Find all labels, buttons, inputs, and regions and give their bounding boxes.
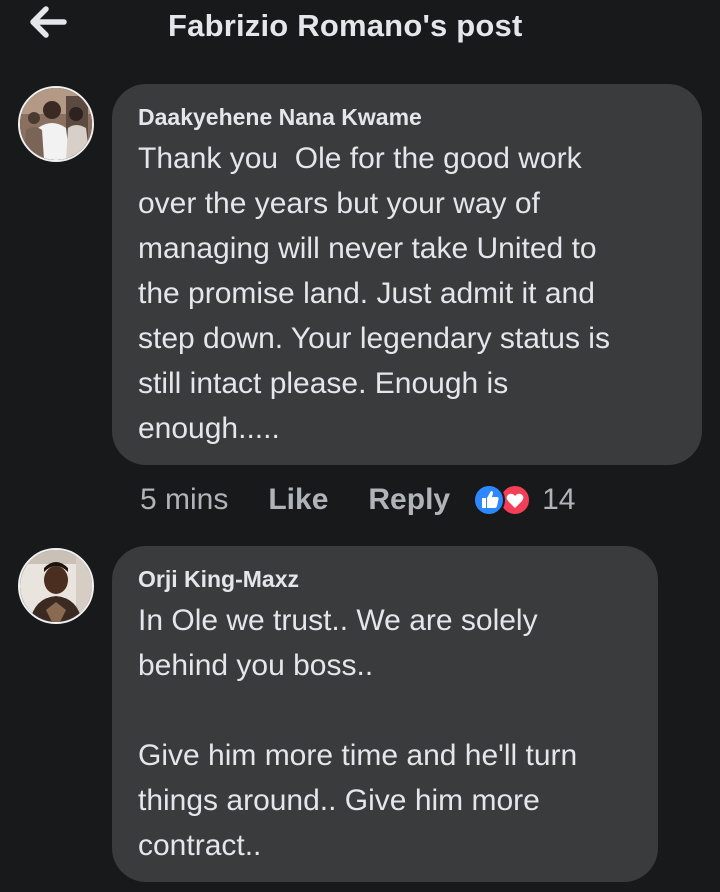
comment-bubble: Orji King-Maxz In Ole we trust.. We are … <box>112 546 658 882</box>
reactions-summary[interactable]: 14 <box>472 483 575 517</box>
comment-bubble: Daakyehene Nana Kwame Thank you Ole for … <box>112 84 702 465</box>
like-reaction-icon <box>473 484 506 516</box>
top-bar: Fabrizio Romano's post <box>0 0 720 56</box>
comment-author[interactable]: Daakyehene Nana Kwame <box>138 104 676 131</box>
comment-timestamp: 5 mins <box>140 483 229 516</box>
comment-author[interactable]: Orji King-Maxz <box>138 566 632 593</box>
avatar[interactable] <box>18 548 94 624</box>
profile-photo <box>20 550 92 622</box>
comment-text: In Ole we trust.. We are solely behind y… <box>138 604 578 862</box>
profile-photo <box>20 88 92 160</box>
like-button[interactable]: Like <box>268 483 328 517</box>
comment-actions: 5 mins Like Reply 14 <box>140 478 575 522</box>
comment-text: Thank you Ole for the good work over the… <box>138 142 610 445</box>
reply-button[interactable]: Reply <box>368 483 450 517</box>
avatar[interactable] <box>18 86 94 162</box>
arrow-left-icon <box>30 6 67 38</box>
back-button[interactable] <box>26 4 70 40</box>
reaction-count: 14 <box>542 483 576 516</box>
page-title: Fabrizio Romano's post <box>168 8 523 43</box>
